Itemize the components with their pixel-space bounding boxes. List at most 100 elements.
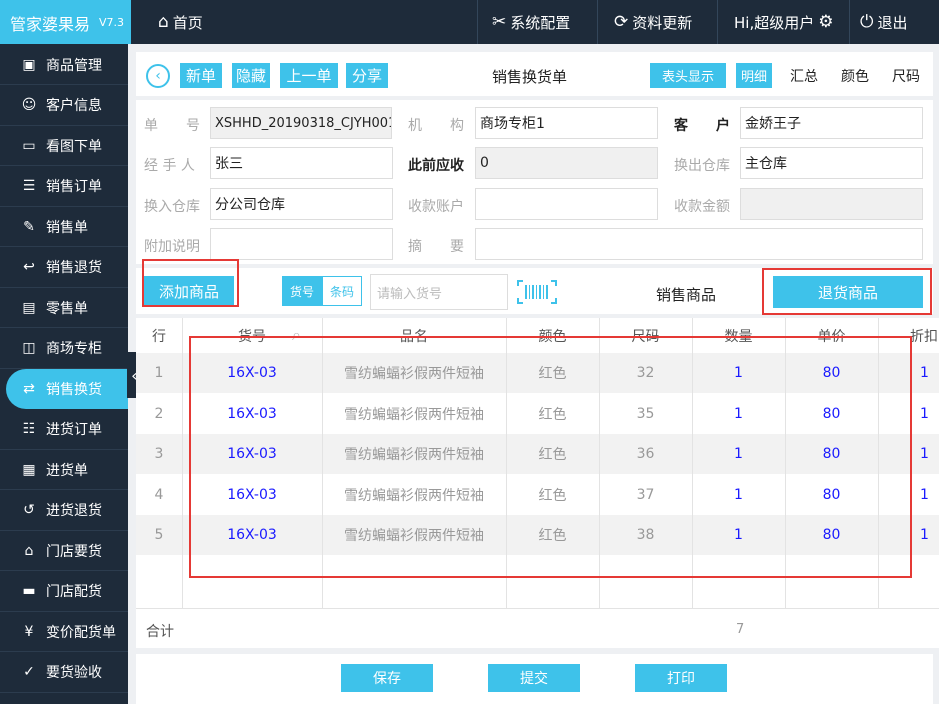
customer-field[interactable]: 金娇王子 [740, 107, 923, 139]
cell-idx: 3 [154, 446, 164, 462]
logout-button[interactable]: ⏻ 退出 [849, 0, 939, 44]
prev-receivable-field: 0 [475, 147, 658, 179]
color-tab[interactable]: 颜色 [841, 66, 869, 86]
sidebar-item-11[interactable]: ▦ 进货单 [0, 450, 128, 490]
sidebar-item-9[interactable]: ⇄ 销售换货 [6, 369, 128, 409]
brand-version: V7.3 [99, 16, 125, 29]
top-bar: 管家婆果易 V7.3 ⌂ 首页 ✂ 系统配置 ⟳ 资料更新 Hi,超级用户 ⚙ … [0, 0, 939, 44]
cell-disc[interactable]: 1 [878, 394, 939, 434]
sidebar-item-label: 进货单 [46, 462, 88, 479]
search-icon[interactable]: ⌕ [292, 325, 301, 345]
cell-price[interactable]: 80 [785, 475, 878, 515]
cell-color: 红色 [538, 528, 567, 544]
page-title: 销售换货单 [492, 68, 568, 86]
sidebar-item-15[interactable]: ¥ 变价配货单 [0, 612, 128, 652]
cell-price[interactable]: 80 [785, 394, 878, 434]
sidebar-item-label: 看图下单 [46, 138, 102, 155]
note-field[interactable] [210, 228, 393, 260]
back-icon[interactable]: ‹ [146, 64, 170, 88]
system-config-label: 系统配置 [510, 13, 571, 32]
cell-price[interactable]: 80 [785, 353, 878, 393]
cell-code: 16X-03 [227, 365, 277, 381]
table-row[interactable]: 3 16X-03 雪纺蝙蝠衫假两件短袖 红色 36 1 80 1 [136, 434, 939, 474]
cell-disc[interactable]: 1 [878, 353, 939, 393]
hide-button[interactable]: 隐藏 [232, 63, 270, 88]
sidebar-item-10[interactable]: ☷ 进货订单 [0, 410, 128, 450]
home-button[interactable]: ⌂ 首页 [158, 0, 203, 44]
data-update-label: 资料更新 [632, 13, 693, 32]
goods-code-input[interactable]: 请输入货号 [370, 274, 508, 310]
cell-qty[interactable]: 1 [692, 475, 785, 515]
org-label: 机 构 [408, 118, 464, 134]
new-button[interactable]: 新单 [180, 63, 222, 88]
handler-label: 经 手 人 [144, 158, 195, 174]
cell-price[interactable]: 80 [785, 434, 878, 474]
in-warehouse-field[interactable]: 分公司仓库 [210, 188, 393, 220]
sidebar-item-5[interactable]: ✎ 销售单 [0, 207, 128, 247]
summary-field[interactable] [475, 228, 923, 260]
col-price: 单价 [817, 328, 846, 345]
sidebar-item-label: 商品管理 [46, 57, 102, 74]
table-row[interactable]: 1 16X-03 雪纺蝙蝠衫假两件短袖 红色 32 1 80 1 [136, 353, 939, 393]
cell-qty[interactable]: 1 [692, 394, 785, 434]
sidebar-item-12[interactable]: ↺ 进货退货 [0, 491, 128, 531]
amount-label: 收款金额 [674, 199, 730, 215]
save-button[interactable]: 保存 [341, 664, 433, 692]
share-button[interactable]: 分享 [346, 63, 388, 88]
sidebar-item-1[interactable]: ▣ 商品管理 [0, 45, 128, 85]
sidebar-item-2[interactable]: ☺ 客户信息 [0, 86, 128, 126]
sidebar-item-label: 门店要货 [46, 543, 102, 560]
prev-doc-button[interactable]: 上一单 [280, 63, 338, 88]
purchase-order-icon: ☷ [22, 421, 36, 437]
table-row[interactable]: 5 16X-03 雪纺蝙蝠衫假两件短袖 红色 38 1 80 1 [136, 515, 939, 555]
detail-tab[interactable]: 明细 [736, 63, 772, 88]
summary-tab[interactable]: 汇总 [790, 66, 818, 86]
goods-table: 行 货号 ⌕ 品名 颜色 尺码 数量 单价 折扣 1 16X-03 雪纺蝙蝠衫假两件… [136, 318, 939, 648]
data-update-button[interactable]: ⟳ 资料更新 [597, 0, 717, 44]
barcode-mode-toggle[interactable]: 条码 [322, 276, 362, 306]
out-warehouse-field[interactable]: 主仓库 [740, 147, 923, 179]
sidebar-item-16[interactable]: ✓ 要货验收 [0, 653, 128, 693]
add-goods-button[interactable]: 添加商品 [144, 276, 234, 306]
cell-disc[interactable]: 1 [878, 515, 939, 555]
sidebar-item-13[interactable]: ⌂ 门店要货 [0, 531, 128, 571]
cell-size: 32 [636, 365, 655, 381]
cell-disc[interactable]: 1 [878, 475, 939, 515]
doc-no-field: XSHHD_20190318_CJYH001 [210, 107, 392, 139]
cell-name: 雪纺蝙蝠衫假两件短袖 [344, 528, 484, 544]
cell-price[interactable]: 80 [785, 515, 878, 555]
sidebar-item-8[interactable]: ◫ 商场专柜 [0, 329, 128, 369]
barcode-scan-icon[interactable] [517, 280, 557, 304]
system-config-button[interactable]: ✂ 系统配置 [477, 0, 597, 44]
sidebar-item-7[interactable]: ▤ 零售单 [0, 288, 128, 328]
sales-goods-tab[interactable]: 销售商品 [656, 284, 716, 305]
org-field[interactable]: 商场专柜1 [475, 107, 658, 139]
size-tab[interactable]: 尺码 [892, 66, 920, 86]
cell-qty[interactable]: 1 [692, 515, 785, 555]
sidebar-item-3[interactable]: ▭ 看图下单 [0, 126, 128, 166]
cell-qty[interactable]: 1 [692, 434, 785, 474]
cell-disc[interactable]: 1 [878, 434, 939, 474]
sidebar-item-label: 销售单 [46, 219, 88, 236]
table-row[interactable]: 2 16X-03 雪纺蝙蝠衫假两件短袖 红色 35 1 80 1 [136, 394, 939, 434]
sidebar-item-6[interactable]: ↩ 销售退货 [0, 248, 128, 288]
doc-toolbar: ‹ 新单 隐藏 上一单 分享 销售换货单 表头显示 明细 汇总 颜色 尺码 [136, 52, 933, 96]
return-goods-button[interactable]: 退货商品 [773, 276, 923, 308]
table-row[interactable] [136, 556, 939, 596]
table-row[interactable]: 4 16X-03 雪纺蝙蝠衫假两件短袖 红色 37 1 80 1 [136, 475, 939, 515]
account-field[interactable] [475, 188, 658, 220]
cell-size: 35 [636, 405, 655, 422]
cell-name: 雪纺蝙蝠衫假两件短袖 [344, 406, 484, 423]
truck-icon: ▬ [22, 583, 36, 599]
sidebar-item-14[interactable]: ▬ 门店配货 [0, 572, 128, 612]
user-menu[interactable]: Hi,超级用户 ⚙ [717, 0, 849, 44]
submit-button[interactable]: 提交 [488, 664, 580, 692]
code-mode-toggle[interactable]: 货号 [282, 276, 322, 306]
cell-color: 红色 [538, 487, 567, 504]
print-button[interactable]: 打印 [635, 664, 727, 692]
cell-color: 红色 [538, 366, 567, 382]
handler-field[interactable]: 张三 [210, 147, 393, 179]
sidebar-item-4[interactable]: ☰ 销售订单 [0, 167, 128, 207]
header-display-button[interactable]: 表头显示 [650, 63, 726, 88]
cell-qty[interactable]: 1 [692, 353, 785, 393]
